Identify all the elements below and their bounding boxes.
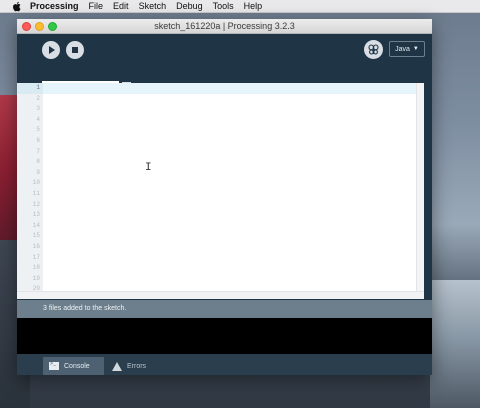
line-number: 1 [17,83,43,94]
code-editor[interactable]: I [43,83,416,291]
footer-bar: Console Errors [17,354,432,375]
line-number: 3 [36,105,40,113]
line-number: 2 [36,94,40,102]
run-button[interactable] [42,41,60,59]
line-number: 15 [32,232,40,240]
play-icon [49,46,55,54]
console-tab-label: Console [64,362,90,370]
debug-button[interactable] [364,40,383,59]
line-number: 14 [32,221,40,229]
menu-processing[interactable]: Processing [30,0,79,13]
warning-icon [112,361,122,371]
line-number: 19 [32,274,40,282]
line-number: 4 [36,115,40,123]
menu-help[interactable]: Help [244,0,263,13]
line-number-gutter: 1 2 3 4 5 6 7 8 9 10 11 12 13 14 15 16 1… [17,83,43,291]
menu-sketch[interactable]: Sketch [139,0,167,13]
menu-tools[interactable]: Tools [213,0,234,13]
current-line-highlight [43,83,416,94]
line-number: 8 [36,158,40,166]
line-number: 13 [32,211,40,219]
line-number: 11 [32,189,40,197]
line-number: 7 [36,147,40,155]
stop-button[interactable] [66,41,84,59]
menu-debug[interactable]: Debug [176,0,203,13]
apple-icon[interactable] [12,1,22,12]
status-bar: 3 files added to the sketch. [17,300,432,318]
wallpaper-mountain [430,280,480,408]
line-number: 16 [32,242,40,250]
window-right-edge [424,83,432,298]
toolbar: Java ▼ sketch_161220a ▼ [17,35,432,96]
line-number: 5 [36,126,40,134]
menu-file[interactable]: File [89,0,104,13]
horizontal-scrollbar[interactable] [17,291,424,299]
stop-icon [72,47,78,53]
text-cursor-icon: I [145,162,152,174]
line-number: 6 [36,136,40,144]
processing-window: sketch_161220a | Processing 3.2.3 Java ▼… [17,19,432,375]
console-output[interactable] [17,318,432,354]
errors-tab-label: Errors [127,362,147,370]
tab-console[interactable]: Console [43,357,104,375]
console-icon [49,361,59,370]
window-title: sketch_161220a | Processing 3.2.3 [154,21,295,31]
mode-label: Java [395,45,410,53]
line-number: 9 [36,168,40,176]
vertical-scrollbar[interactable] [416,83,424,291]
chevron-down-icon: ▼ [412,46,419,52]
title-bar[interactable]: sketch_161220a | Processing 3.2.3 [17,19,432,34]
menu-edit[interactable]: Edit [113,0,129,13]
line-number: 10 [32,179,40,187]
debug-butterfly-icon [368,44,379,55]
line-number: 18 [32,264,40,272]
line-number: 17 [32,253,40,261]
tab-errors[interactable]: Errors [106,357,156,375]
menu-bar: Processing File Edit Sketch Debug Tools … [0,0,480,13]
line-number: 12 [32,200,40,208]
line-number: 20 [32,285,40,291]
mode-selector[interactable]: Java ▼ [389,41,425,57]
